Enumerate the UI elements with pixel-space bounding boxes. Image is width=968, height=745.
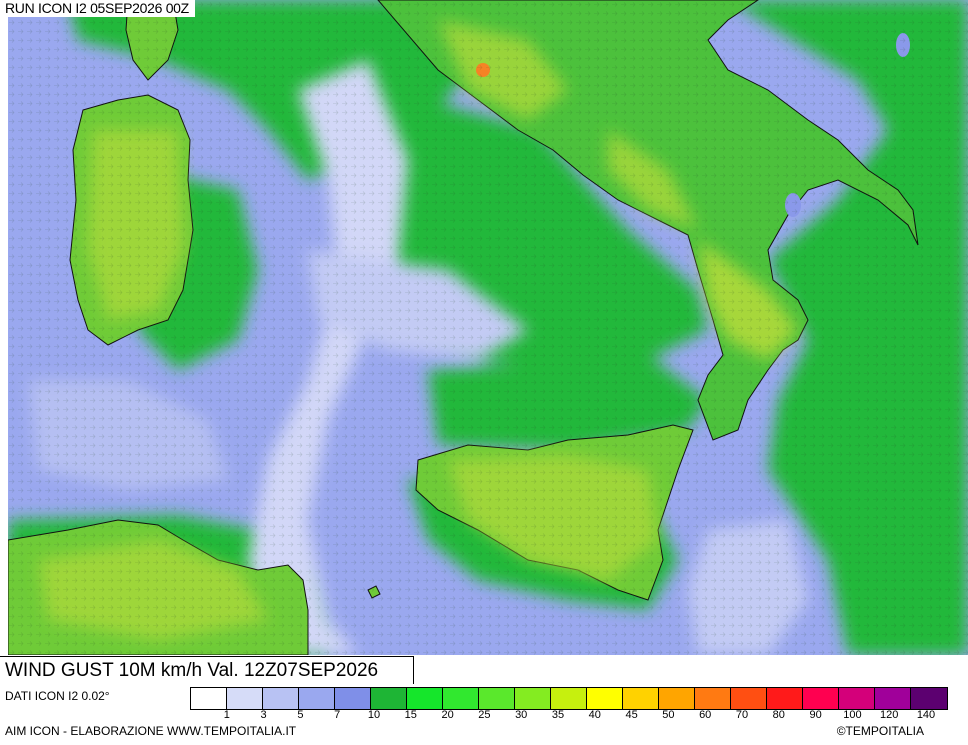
- legend-tick-label: 30: [515, 709, 528, 721]
- legend-swatch: [263, 688, 299, 709]
- legend-tick-label: 3: [260, 709, 267, 721]
- legend-swatch: [443, 688, 479, 709]
- wind-arrows-overlay: [8, 0, 968, 655]
- legend-swatch: [623, 688, 659, 709]
- legend-panel: DATI ICON I2 0.02° 1 3 5 7 10 15 20 25 30 35 40 45 5…: [0, 684, 968, 745]
- legend-swatch: [695, 688, 731, 709]
- color-scale: [190, 687, 948, 710]
- map-title: WIND GUST 10M km/h Val. 12Z07SEP2026: [0, 656, 414, 684]
- legend-tick-label: 10: [367, 709, 381, 721]
- legend-swatch: [803, 688, 839, 709]
- copyright-label: ©TEMPOITALIA: [837, 724, 924, 738]
- legend-tick-label: 15: [404, 709, 417, 721]
- legend-tick-label: 40: [588, 709, 601, 721]
- legend-swatch: [875, 688, 911, 709]
- legend-swatch: [551, 688, 587, 709]
- legend-swatch: [731, 688, 767, 709]
- legend-tick-label: 20: [441, 709, 454, 721]
- legend-tick-label: 1: [223, 709, 230, 721]
- legend-swatch: [587, 688, 623, 709]
- legend-swatch: [407, 688, 443, 709]
- legend-tick-label: 45: [625, 709, 638, 721]
- legend-swatch: [371, 688, 407, 709]
- legend-tick-label: 70: [735, 709, 749, 721]
- legend-swatch: [227, 688, 263, 709]
- color-scale-ticks: 1 3 5 7 10 15 20 25 30 35 40 45 50 60 70 80 90 100 120 140: [190, 709, 935, 723]
- legend-swatch: [191, 688, 227, 709]
- legend-tick-label: 35: [551, 709, 565, 721]
- legend-tick-label: 50: [662, 709, 675, 721]
- legend-swatch: [479, 688, 515, 709]
- copyright-icon: ©: [836, 724, 846, 738]
- data-source-label: DATI ICON I2 0.02°: [5, 689, 110, 703]
- legend-swatch: [659, 688, 695, 709]
- legend-swatch: [839, 688, 875, 709]
- legend-tick-label: 5: [297, 709, 304, 721]
- legend-tick-label: 80: [772, 709, 785, 721]
- legend-tick-label: 120: [880, 709, 899, 721]
- run-label: RUN ICON I2 05SEP2026 00Z: [5, 0, 195, 17]
- legend-swatch: [911, 688, 947, 709]
- legend-tick-label: 90: [809, 709, 822, 721]
- legend-swatch: [335, 688, 371, 709]
- credit-label: AIM ICON - ELABORAZIONE WWW.TEMPOITALIA.…: [5, 724, 297, 738]
- legend-tick-label: 140: [916, 709, 936, 721]
- legend-tick-label: 60: [699, 709, 712, 721]
- wind-gust-map: [8, 0, 968, 655]
- legend-tick-label: 25: [478, 709, 491, 721]
- legend-tick-label: 100: [843, 709, 862, 721]
- legend-swatch: [515, 688, 551, 709]
- legend-swatch: [299, 688, 335, 709]
- legend-swatch: [767, 688, 803, 709]
- copyright-text: TEMPOITALIA: [845, 724, 924, 738]
- legend-tick-label: 7: [334, 709, 341, 721]
